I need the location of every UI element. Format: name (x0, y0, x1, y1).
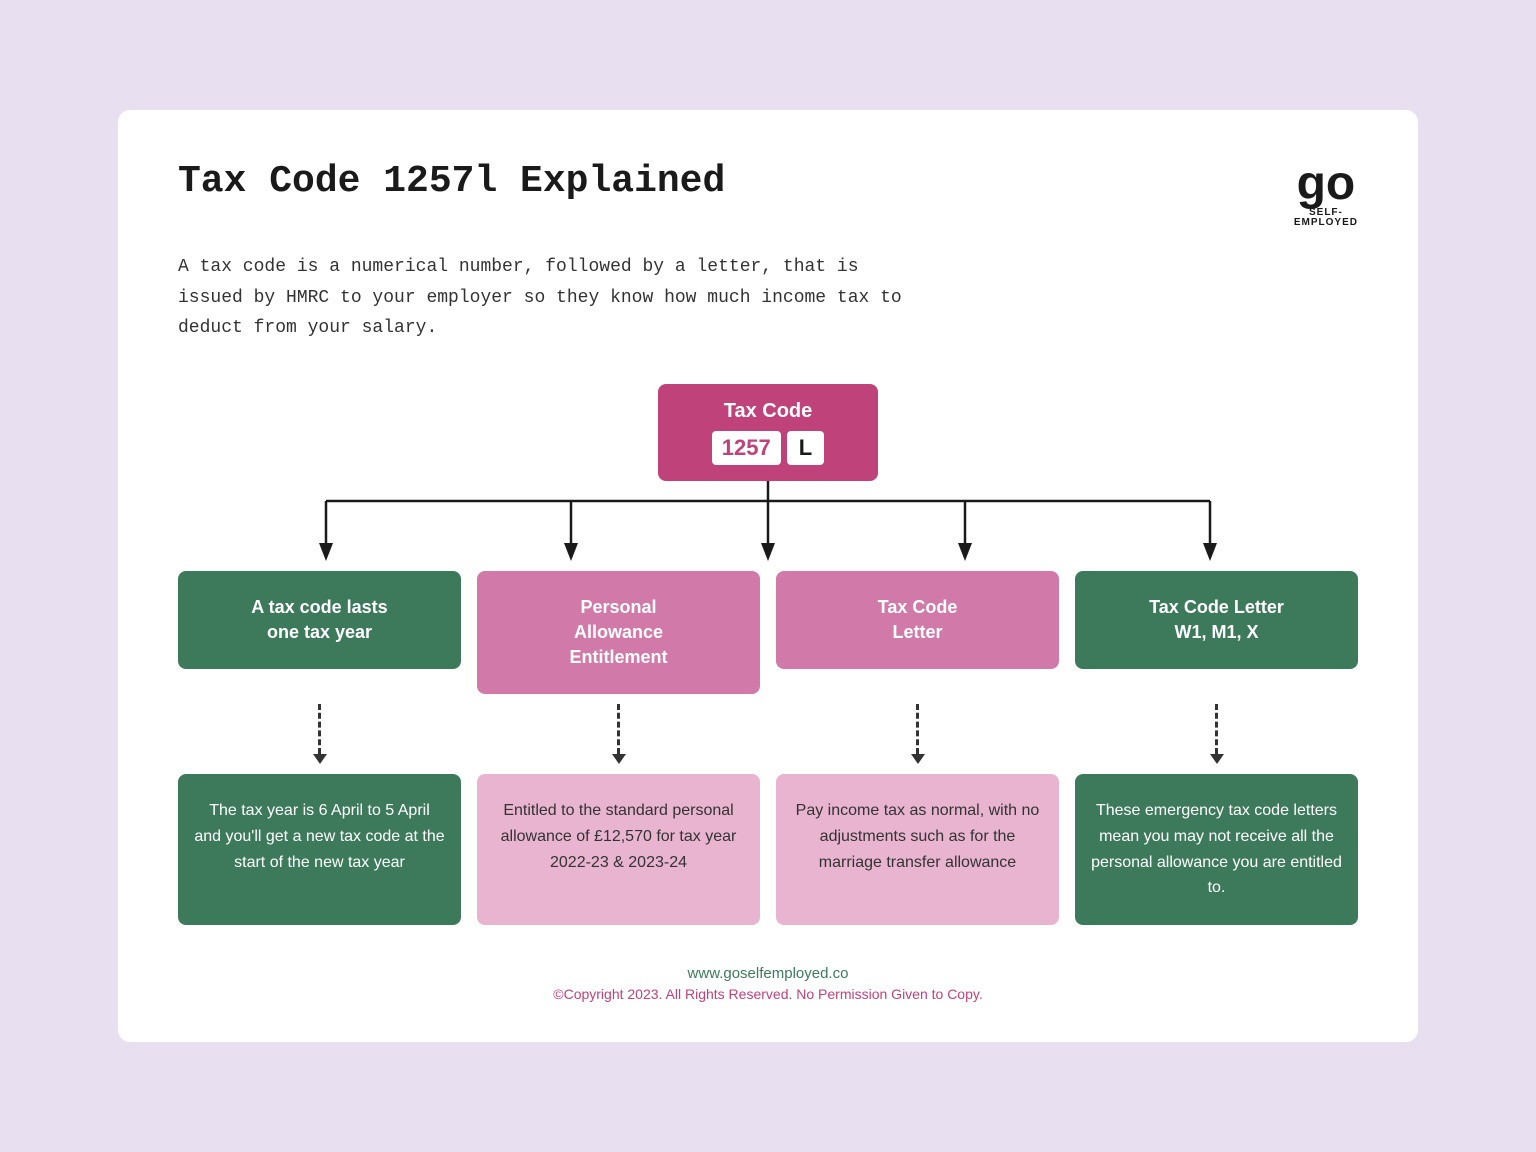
dashed-connector-4 (1075, 694, 1358, 774)
mid-box-tax-code-letter-w1-text: Tax Code LetterW1, M1, X (1149, 597, 1284, 642)
bot-box-emergency-tax-text: These emergency tax code letters mean yo… (1091, 802, 1342, 896)
bot-box-tax-year-text: The tax year is 6 April to 5 April and y… (194, 802, 444, 870)
logo-go: go (1297, 160, 1356, 208)
page-title: Tax Code 1257l Explained (178, 160, 725, 203)
mid-box-tax-year-text: A tax code lastsone tax year (251, 597, 387, 642)
dashed-line-3 (916, 704, 919, 754)
footer-copyright: ©Copyright 2023. All Rights Reserved. No… (178, 986, 1358, 1002)
logo-area: go SELF-EMPLOYED (1294, 160, 1358, 228)
dashed-arrow-4 (1210, 754, 1224, 764)
bot-box-tax-year: The tax year is 6 April to 5 April and y… (178, 774, 461, 924)
mid-box-tax-code-letter-w1: Tax Code LetterW1, M1, X (1075, 571, 1358, 669)
bot-box-emergency-tax: These emergency tax code letters mean yo… (1075, 774, 1358, 924)
mid-box-tax-year: A tax code lastsone tax year (178, 571, 461, 669)
diagram: Tax Code 1257 L A tax cod (178, 384, 1358, 925)
mid-box-personal-allowance-text: PersonalAllowanceEntitlement (569, 597, 667, 667)
code-number: 1257 (712, 431, 781, 465)
dashed-line-1 (318, 704, 321, 754)
footer-website: www.goselfemployed.co (178, 965, 1358, 982)
logo-sub: SELF-EMPLOYED (1294, 208, 1358, 228)
dashed-connector-2 (477, 694, 760, 774)
dashed-line-2 (617, 704, 620, 754)
branch-arrows-svg (178, 481, 1358, 571)
mid-box-personal-allowance: PersonalAllowanceEntitlement (477, 571, 760, 695)
bot-box-personal-allowance-text: Entitled to the standard personal allowa… (501, 802, 737, 870)
tax-code-value: 1257 L (698, 431, 838, 465)
bot-box-tax-code-letter: Pay income tax as normal, with no adjust… (776, 774, 1059, 924)
description: A tax code is a numerical number, follow… (178, 252, 928, 344)
dashed-arrow-1 (313, 754, 327, 764)
dashed-line-4 (1215, 704, 1218, 754)
tax-code-label: Tax Code (698, 400, 838, 423)
bot-box-tax-code-letter-text: Pay income tax as normal, with no adjust… (796, 802, 1040, 870)
mid-box-tax-code-letter: Tax CodeLetter (776, 571, 1059, 669)
mid-box-tax-code-letter-text: Tax CodeLetter (878, 597, 958, 642)
dashed-row (178, 694, 1358, 774)
page-wrapper: Tax Code 1257l Explained go SELF-EMPLOYE… (118, 110, 1418, 1042)
dashed-connector-1 (178, 694, 461, 774)
dashed-connector-3 (776, 694, 1059, 774)
dashed-arrow-3 (911, 754, 925, 764)
code-letter: L (787, 431, 824, 465)
dashed-arrow-2 (612, 754, 626, 764)
header-row: Tax Code 1257l Explained go SELF-EMPLOYE… (178, 160, 1358, 228)
middle-row: A tax code lastsone tax year PersonalAll… (178, 571, 1358, 695)
bot-box-personal-allowance: Entitled to the standard personal allowa… (477, 774, 760, 924)
footer: www.goselfemployed.co ©Copyright 2023. A… (178, 965, 1358, 1002)
bottom-row: The tax year is 6 April to 5 April and y… (178, 774, 1358, 924)
tax-code-box: Tax Code 1257 L (658, 384, 878, 481)
